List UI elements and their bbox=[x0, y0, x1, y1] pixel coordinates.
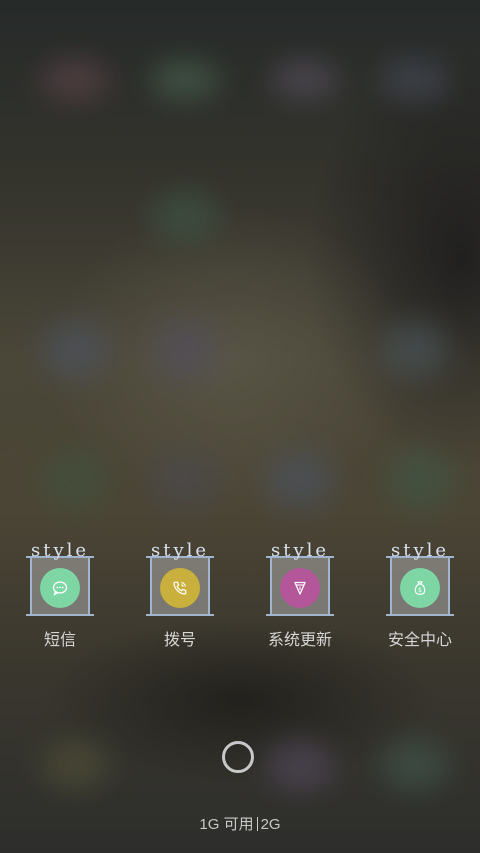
style-label: style bbox=[30, 540, 90, 561]
app-label: 拨号 bbox=[163, 632, 196, 649]
memory-free: 1G 可用 bbox=[199, 816, 254, 833]
app-system-update[interactable]: style 系统更新 bbox=[240, 540, 360, 660]
style-label: style bbox=[270, 540, 330, 561]
blurred-shape bbox=[265, 450, 335, 510]
style-label: style bbox=[390, 540, 450, 561]
memory-total: 2G bbox=[260, 816, 281, 833]
blurred-shape bbox=[385, 450, 455, 510]
app-dialer[interactable]: style 拨号 bbox=[120, 540, 240, 660]
app-security-center[interactable]: style $ 安全中心 bbox=[360, 540, 480, 660]
blurred-shape bbox=[380, 60, 450, 100]
blurred-shape bbox=[265, 740, 335, 790]
style-label: style bbox=[150, 540, 210, 561]
app-label: 短信 bbox=[43, 632, 76, 649]
blurred-shape bbox=[150, 450, 220, 510]
phone-icon bbox=[160, 568, 200, 608]
memory-status: 1G 可用 2G bbox=[0, 815, 480, 835]
blurred-shape bbox=[380, 740, 450, 790]
blurred-shape bbox=[150, 60, 220, 100]
home-button[interactable] bbox=[222, 741, 254, 773]
app-label: 系统更新 bbox=[267, 632, 332, 649]
app-dock: style 短信 style 拨号 style 系统更新 style $ 安全中… bbox=[0, 540, 480, 660]
blurred-shape bbox=[150, 190, 220, 240]
app-messages[interactable]: style 短信 bbox=[0, 540, 120, 660]
blurred-shape bbox=[40, 450, 110, 510]
moneybag-icon: $ bbox=[400, 568, 440, 608]
app-label: 安全中心 bbox=[387, 632, 452, 649]
blurred-shape bbox=[150, 320, 220, 380]
blurred-shape bbox=[270, 60, 340, 100]
blurred-shape bbox=[40, 60, 110, 100]
blurred-shape bbox=[40, 740, 110, 790]
blurred-shape bbox=[40, 320, 110, 380]
blurred-shape bbox=[380, 320, 450, 380]
blurred-wallpaper bbox=[0, 0, 480, 853]
pen-icon bbox=[280, 568, 320, 608]
separator bbox=[256, 817, 258, 831]
svg-text:$: $ bbox=[418, 586, 422, 594]
message-icon bbox=[40, 568, 80, 608]
